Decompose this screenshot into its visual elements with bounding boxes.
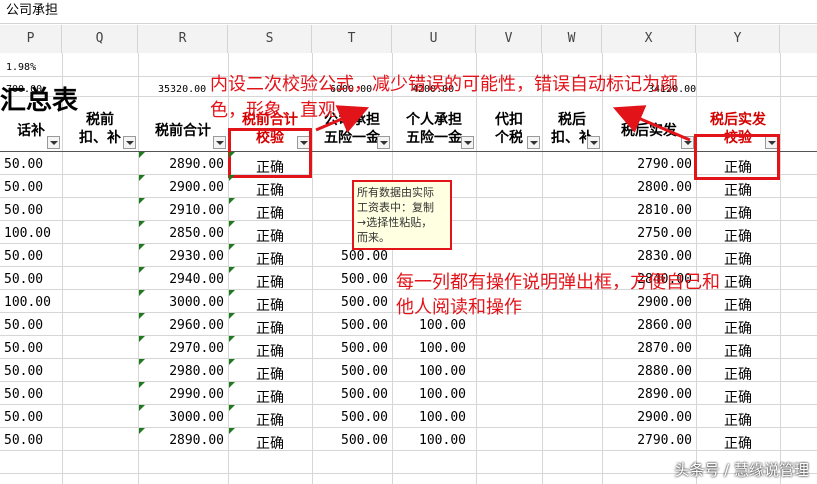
arrow-to-s-header [315, 105, 370, 133]
arrow-to-y-header [612, 105, 691, 142]
watermark: 头条号 / 慧缘说管理 [674, 461, 809, 479]
comment-tooltip: 所有数据由实际 工资表中：复制 →选择性粘贴， 而来。 [352, 180, 452, 250]
